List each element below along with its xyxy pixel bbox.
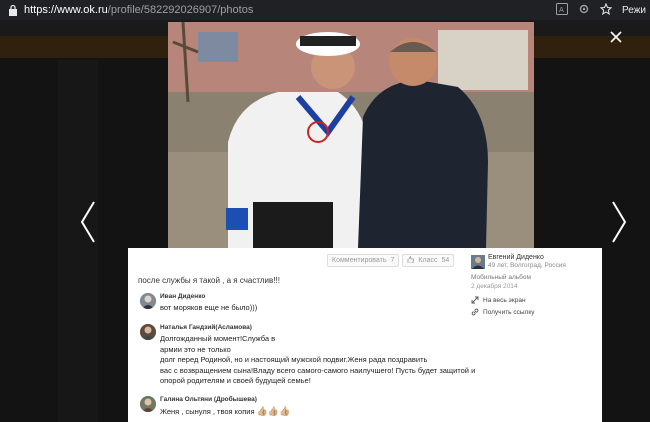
comment-text: Долгожданный момент!Служба в армии это н… xyxy=(160,334,475,387)
get-link-button[interactable]: Получить ссылку xyxy=(471,308,535,316)
next-photo-button[interactable] xyxy=(610,200,628,244)
comment-line: армии это не только xyxy=(160,344,231,354)
photo-date: 2 декабря 2014 xyxy=(471,283,518,290)
close-icon xyxy=(610,31,622,43)
comment-count: 7 xyxy=(390,257,395,264)
owner-sidebar: Евгений Диденко 49 лет, Волгоград, Росси… xyxy=(468,248,602,422)
link-icon xyxy=(471,308,479,316)
owner-name[interactable]: Евгений Диденко xyxy=(488,254,544,261)
star-icon[interactable] xyxy=(599,2,613,18)
like-label: Класс xyxy=(418,257,438,264)
avatar[interactable] xyxy=(140,324,156,340)
photo[interactable] xyxy=(168,22,534,248)
chevron-left-icon xyxy=(80,201,95,243)
like-count: 54 xyxy=(441,257,450,264)
like-icon xyxy=(407,255,415,265)
address-bar[interactable]: https://www.ok.ru/profile/582292026907/p… xyxy=(0,0,650,20)
expand-icon xyxy=(471,296,479,304)
avatar[interactable] xyxy=(140,396,156,412)
lock-icon xyxy=(9,4,17,16)
thumbs-up-emoji: 👍🏼👍🏼👍🏼 xyxy=(256,406,291,416)
close-button[interactable] xyxy=(609,30,623,44)
comment-line: Долгожданный момент!Служба в xyxy=(160,334,276,343)
comment-text: вот моряков еще не было))) xyxy=(160,303,257,314)
comment-line: вас с возвращением сына!Владу всего само… xyxy=(160,365,476,375)
avatar[interactable] xyxy=(140,293,156,309)
comment-author[interactable]: Иван Диденко xyxy=(160,293,205,300)
photo-image xyxy=(168,22,534,248)
settings-icon[interactable] xyxy=(578,3,590,18)
url-domain: https://www.ok.ru xyxy=(24,4,108,16)
photo-info-panel: Комментировать 7 Класс 54 после службы я… xyxy=(128,248,602,422)
photo-actions: Комментировать 7 Класс 54 xyxy=(327,254,455,267)
comment-line: вот моряков еще не было))) xyxy=(160,303,258,312)
chevron-right-icon xyxy=(612,201,627,243)
comment-label: Комментировать xyxy=(332,257,387,264)
get-link-label: Получить ссылку xyxy=(483,308,535,316)
comment-author[interactable]: Галина Ольтяни (Дробышева) xyxy=(160,396,257,403)
comment-line: долг перед Родиной, но и настоящий мужск… xyxy=(160,355,428,364)
like-button[interactable]: Класс 54 xyxy=(402,254,455,267)
owner-avatar[interactable] xyxy=(471,255,485,269)
comments-section: Комментировать 7 Класс 54 после службы я… xyxy=(128,248,475,422)
comment-line-text: Женя , сынуля , твоя копия xyxy=(160,407,255,416)
comment-button[interactable]: Комментировать 7 xyxy=(327,254,400,267)
fullscreen-label: На весь экран xyxy=(483,296,526,304)
translate-icon[interactable]: A xyxy=(556,2,569,18)
comment-text: Женя , сынуля , твоя копия 👍🏼👍🏼👍🏼 xyxy=(160,406,290,418)
prev-photo-button[interactable] xyxy=(79,200,97,244)
photo-caption: после службы я такой , а я счастлив!!! xyxy=(138,276,280,285)
mode-label[interactable]: Режи xyxy=(622,5,646,16)
owner-meta: 49 лет, Волгоград, Россия xyxy=(488,262,566,269)
fullscreen-link[interactable]: На весь экран xyxy=(471,296,526,304)
comment-line: опорой родителям и своей будущей семье! xyxy=(160,376,311,385)
album-name[interactable]: Мобильный альбом xyxy=(471,274,531,281)
url-text[interactable]: https://www.ok.ru/profile/582292026907/p… xyxy=(24,4,253,16)
svg-text:A: A xyxy=(559,6,564,14)
url-path: /profile/582292026907/photos xyxy=(107,4,254,16)
comment-line: Женя , сынуля , твоя копия 👍🏼👍🏼👍🏼 xyxy=(160,406,290,418)
comment-author[interactable]: Наталья Гандзий(Асламова) xyxy=(160,324,252,331)
